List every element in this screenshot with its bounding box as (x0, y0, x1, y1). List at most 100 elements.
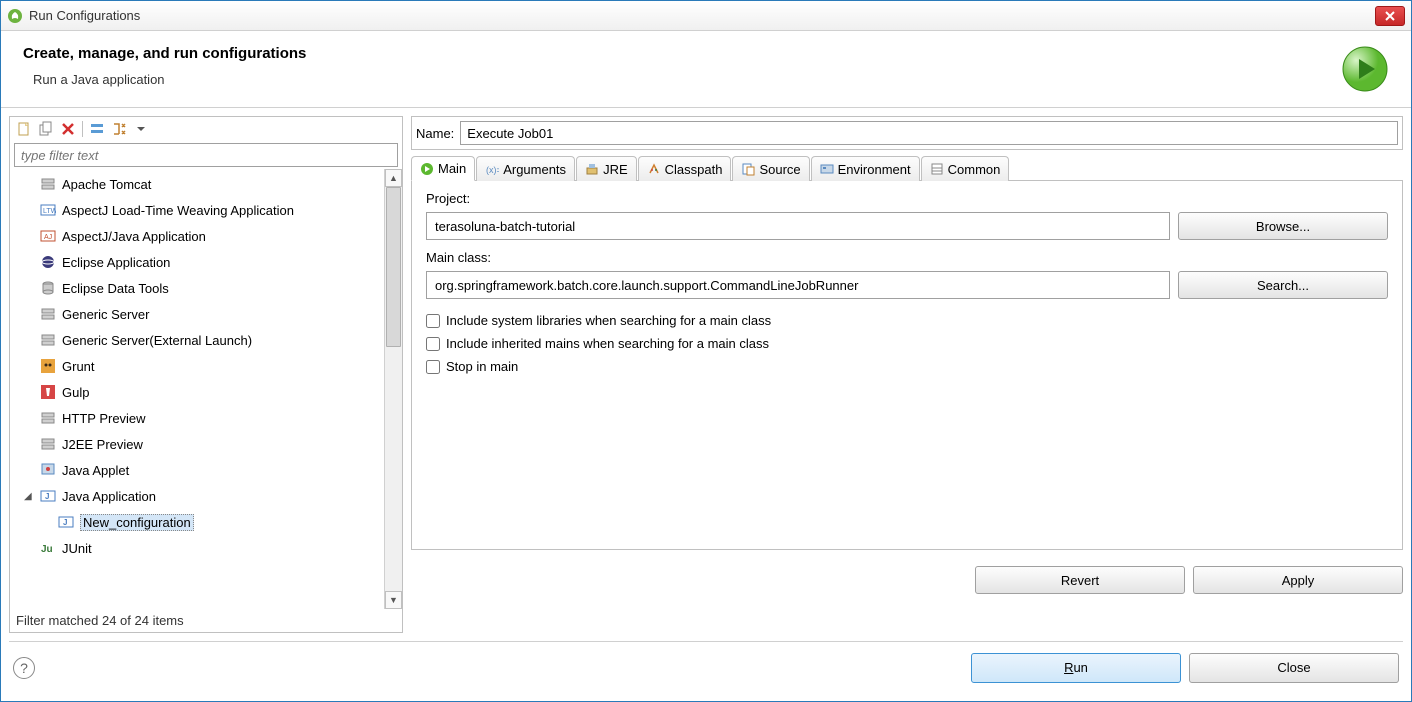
junit-icon: Ju (40, 540, 56, 556)
applet-icon (40, 462, 56, 478)
tree-item-label: Generic Server(External Launch) (62, 333, 252, 348)
toolbar-separator (82, 121, 83, 137)
scroll-down-button[interactable]: ▼ (385, 591, 402, 609)
tab-label: Source (759, 162, 800, 177)
name-input[interactable] (460, 121, 1398, 145)
filter-button[interactable] (109, 119, 129, 139)
run-configurations-window: Run Configurations Create, manage, and r… (0, 0, 1412, 702)
new-config-button[interactable] (14, 119, 34, 139)
tree-item[interactable]: Gulp (10, 379, 384, 405)
left-toolbar (10, 117, 402, 141)
config-tree[interactable]: Apache Tomcat LTWAspectJ Load-Time Weavin… (10, 169, 384, 609)
tab-jre[interactable]: JRE (576, 156, 637, 181)
close-icon (1384, 10, 1396, 22)
tab-icon (420, 162, 434, 176)
tree-item[interactable]: Generic Server(External Launch) (10, 327, 384, 353)
tab-arguments[interactable]: (x)=Arguments (476, 156, 575, 181)
tree-item[interactable]: HTTP Preview (10, 405, 384, 431)
include-syslib-checkbox[interactable] (426, 314, 440, 328)
server-icon (40, 176, 56, 192)
header-heading: Create, manage, and run configurations (23, 45, 1341, 62)
close-button[interactable]: Close (1189, 653, 1399, 683)
tree-item[interactable]: ◢JJava Application (10, 483, 384, 509)
tab-label: JRE (603, 162, 628, 177)
scroll-thumb[interactable] (386, 187, 401, 347)
tab-label: Arguments (503, 162, 566, 177)
tab-icon (647, 162, 661, 176)
ltw-icon: LTW (40, 202, 56, 218)
gulp-icon (40, 384, 56, 400)
server-icon (40, 410, 56, 426)
tree-item-label: Gulp (62, 385, 89, 400)
titlebar: Run Configurations (1, 1, 1411, 31)
tab-common[interactable]: Common (921, 156, 1010, 181)
revert-button[interactable]: Revert (975, 566, 1185, 594)
name-row: Name: (411, 116, 1403, 150)
stop-in-main-checkbox[interactable] (426, 360, 440, 374)
spring-icon (7, 8, 23, 24)
run-badge-icon (1341, 45, 1389, 93)
tree-item[interactable]: Java Applet (10, 457, 384, 483)
filter-input[interactable] (14, 143, 398, 167)
tree-scrollbar[interactable]: ▲ ▼ (384, 169, 402, 609)
mainclass-input[interactable] (426, 271, 1170, 299)
tree-item-label: Java Applet (62, 463, 129, 478)
duplicate-config-button[interactable] (36, 119, 56, 139)
details-pane: Name: Main (x)=Arguments JRE Classpath Sourc… (411, 116, 1403, 633)
expander-icon[interactable]: ◢ (24, 491, 36, 502)
window-title: Run Configurations (29, 8, 1375, 23)
delete-config-button[interactable] (58, 119, 78, 139)
tabset: Main (x)=Arguments JRE Classpath Source Envir… (411, 156, 1403, 181)
tree-item-label: Generic Server (62, 307, 149, 322)
tab-source[interactable]: Source (732, 156, 809, 181)
search-button[interactable]: Search... (1178, 271, 1388, 299)
tree-item-label: HTTP Preview (62, 411, 146, 426)
tree-item[interactable]: LTWAspectJ Load-Time Weaving Application (10, 197, 384, 223)
grunt-icon (40, 358, 56, 374)
tree-item[interactable]: AJAspectJ/Java Application (10, 223, 384, 249)
run-button[interactable]: RRunun (971, 653, 1181, 683)
apply-button[interactable]: Apply (1193, 566, 1403, 594)
main-tab-content: Project: Browse... Main class: Search... (411, 180, 1403, 550)
svg-text:J: J (63, 518, 67, 527)
tab-icon (930, 162, 944, 176)
db-icon (40, 280, 56, 296)
tree-item-label: J2EE Preview (62, 437, 143, 452)
tree-item[interactable]: Generic Server (10, 301, 384, 327)
tree-item[interactable]: J2EE Preview (10, 431, 384, 457)
svg-text:AJ: AJ (44, 234, 52, 241)
tab-icon (741, 162, 755, 176)
footer: ? RRunun Close (9, 641, 1403, 693)
include-inherited-checkbox[interactable] (426, 337, 440, 351)
tree-item-label: Apache Tomcat (62, 177, 151, 192)
scroll-up-button[interactable]: ▲ (385, 169, 402, 187)
tab-classpath[interactable]: Classpath (638, 156, 732, 181)
tree-item[interactable]: Grunt (10, 353, 384, 379)
browse-button[interactable]: Browse... (1178, 212, 1388, 240)
tree-item[interactable]: JNew_configuration (10, 509, 384, 535)
tree-item-label: Eclipse Application (62, 255, 170, 270)
filter-status: Filter matched 24 of 24 items (10, 609, 402, 632)
include-syslib-label: Include system libraries when searching … (446, 313, 771, 328)
java-icon: J (58, 514, 74, 530)
help-button[interactable]: ? (13, 657, 35, 679)
tab-environment[interactable]: Environment (811, 156, 920, 181)
collapse-all-button[interactable] (87, 119, 107, 139)
close-window-button[interactable] (1375, 6, 1405, 26)
dropdown-arrow-button[interactable] (131, 119, 151, 139)
project-input[interactable] (426, 212, 1170, 240)
tree-item[interactable]: Eclipse Data Tools (10, 275, 384, 301)
svg-text:Ju: Ju (41, 544, 53, 555)
body: Apache Tomcat LTWAspectJ Load-Time Weavin… (1, 108, 1411, 641)
tab-label: Classpath (665, 162, 723, 177)
tab-label: Main (438, 161, 466, 176)
project-label: Project: (426, 191, 1388, 206)
tree-item[interactable]: Eclipse Application (10, 249, 384, 275)
eclipse-icon (40, 254, 56, 270)
tab-main[interactable]: Main (411, 156, 475, 181)
mainclass-label: Main class: (426, 250, 1388, 265)
tree-item[interactable]: JuJUnit (10, 535, 384, 561)
header: Create, manage, and run configurations R… (1, 31, 1411, 108)
tree-item[interactable]: Apache Tomcat (10, 171, 384, 197)
tree-item-label: Grunt (62, 359, 95, 374)
